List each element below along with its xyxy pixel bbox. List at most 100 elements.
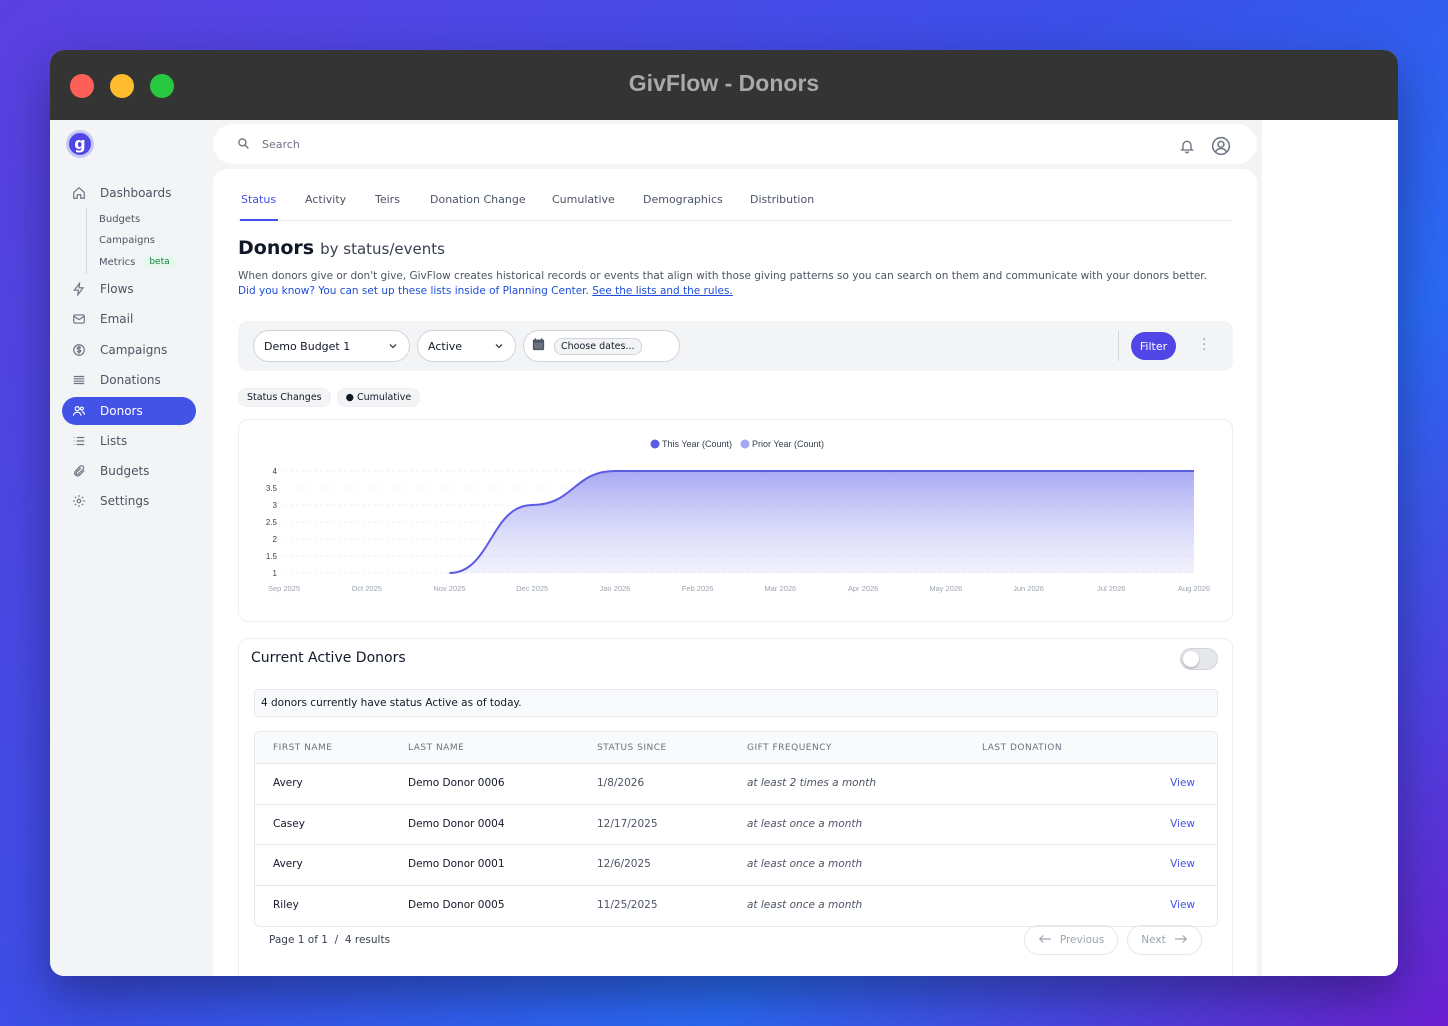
donor-status-chart: 1 1.5 2 2.5 3 3.5 4 Sep 2025 Oct 2025 Nov 2025 Dec… bbox=[266, 439, 1210, 593]
legend-marker bbox=[740, 439, 750, 449]
tab-activity[interactable]: Activity bbox=[305, 193, 346, 206]
sidebar-item-label: Donations bbox=[100, 373, 161, 387]
sidebar-item-label: Email bbox=[100, 312, 134, 326]
gift-frequency-cell: at least once a month bbox=[747, 898, 863, 911]
sidebar-item-flows[interactable]: Flows bbox=[62, 275, 196, 303]
gift-frequency-cell: at least once a month bbox=[747, 858, 863, 870]
legend-marker bbox=[650, 439, 660, 449]
tab-cumulative[interactable]: Cumulative bbox=[552, 193, 615, 206]
more-options-icon[interactable]: · · · bbox=[1202, 333, 1206, 357]
x-tick-label: Oct 2025 bbox=[352, 584, 382, 593]
list-lines-icon bbox=[72, 373, 86, 387]
page-heading: Donors by status/events bbox=[238, 237, 445, 259]
sidebar-item-dashboards[interactable]: Dashboards bbox=[62, 179, 196, 207]
last-name-cell: Demo Donor 0006 bbox=[408, 777, 505, 789]
tab-demographics[interactable]: Demographics bbox=[643, 193, 723, 206]
next-label: Next bbox=[1141, 934, 1166, 946]
tab-teirs[interactable]: Teirs bbox=[375, 193, 400, 206]
results-count: 4 results bbox=[344, 934, 391, 946]
y-tick-label: 1.5 bbox=[266, 552, 278, 561]
sidebar-item-budgets[interactable]: Budgets bbox=[62, 457, 196, 485]
budget-select[interactable]: Demo Budget 1 bbox=[253, 330, 410, 362]
paperclip-icon bbox=[72, 464, 86, 478]
status-notice: 4 donors currently have status Active as… bbox=[254, 689, 1218, 717]
column-header: GIFT FREQUENCY bbox=[747, 743, 832, 753]
subnav-item-metrics[interactable]: Metrics beta bbox=[99, 256, 176, 268]
top-bar: Search bbox=[213, 124, 1257, 164]
column-header: FIRST NAME bbox=[273, 743, 333, 753]
search-input[interactable]: Search bbox=[262, 138, 300, 151]
series-area-this-year bbox=[449, 471, 1194, 573]
page-info: Page 1 of 1 / 4 results bbox=[269, 934, 390, 946]
status-since-cell: 12/6/2025 bbox=[597, 858, 651, 870]
view-link[interactable]: View bbox=[1170, 858, 1195, 870]
dollar-icon bbox=[72, 343, 86, 357]
sidebar-item-label: Campaigns bbox=[100, 343, 168, 357]
sidebar-item-email[interactable]: Email bbox=[62, 305, 196, 333]
logo[interactable]: g bbox=[66, 130, 94, 158]
chip-cumulative[interactable]: ● Cumulative bbox=[336, 388, 421, 407]
x-tick-label: Jan 2026 bbox=[599, 584, 630, 593]
chip-status-changes[interactable]: Status Changes bbox=[238, 388, 331, 407]
page-separator: / bbox=[334, 934, 339, 946]
last-name-cell: Demo Donor 0004 bbox=[408, 817, 505, 830]
table-row: Casey Demo Donor 0004 12/17/2025 at leas… bbox=[255, 805, 1217, 845]
chip-label: Cumulative bbox=[356, 392, 412, 403]
column-header: STATUS SINCE bbox=[597, 743, 667, 753]
user-avatar-icon[interactable] bbox=[1211, 136, 1231, 160]
tip-text: Did you know? You can set up these lists… bbox=[238, 285, 733, 297]
x-tick-label: Nov 2025 bbox=[433, 584, 465, 593]
tab-donation-change[interactable]: Donation Change bbox=[430, 193, 526, 206]
view-link[interactable]: View bbox=[1170, 818, 1195, 830]
y-tick-label: 4 bbox=[273, 467, 278, 476]
sidebar-item-settings[interactable]: Settings bbox=[62, 487, 196, 515]
table-row: Avery Demo Donor 0006 1/8/2026 at least … bbox=[255, 764, 1217, 805]
tab-status[interactable]: Status bbox=[241, 193, 276, 206]
y-tick-label: 3.5 bbox=[266, 484, 278, 493]
x-tick-label: Apr 2026 bbox=[848, 584, 878, 593]
table-title: Current Active Donors bbox=[251, 650, 406, 666]
calendar-icon bbox=[531, 337, 546, 355]
status-since-cell: 1/8/2026 bbox=[597, 777, 645, 789]
rules-link[interactable]: See the lists and the rules. bbox=[592, 285, 733, 297]
view-link[interactable]: View bbox=[1170, 777, 1195, 789]
app-window: GivFlow - Donors g Dashboards Budgets Ca… bbox=[50, 50, 1398, 976]
beta-badge: beta bbox=[143, 256, 176, 268]
status-since-cell: 11/25/2025 bbox=[597, 898, 658, 911]
toggle-switch[interactable] bbox=[1180, 648, 1218, 670]
table-header: FIRST NAME LAST NAME STATUS SINCE GIFT F… bbox=[255, 732, 1217, 764]
sidebar-item-label: Lists bbox=[100, 434, 128, 448]
gift-frequency-cell: at least once a month bbox=[747, 817, 863, 830]
filter-button[interactable]: Filter bbox=[1131, 332, 1176, 360]
next-button[interactable]: Next bbox=[1127, 925, 1202, 955]
subnav-item-budgets[interactable]: Budgets bbox=[99, 214, 140, 225]
right-panel bbox=[1262, 120, 1398, 976]
bell-icon[interactable] bbox=[1179, 138, 1195, 158]
x-tick-label: Aug 2026 bbox=[1178, 584, 1210, 593]
status-select[interactable]: Active bbox=[417, 330, 516, 362]
legend-label: Prior Year (Count) bbox=[752, 439, 824, 449]
sidebar-item-lists[interactable]: Lists bbox=[62, 427, 196, 455]
app-body: g Dashboards Budgets Campaigns Metrics be… bbox=[50, 120, 1398, 976]
subnav-label: Campaigns bbox=[99, 235, 156, 246]
window-title: GivFlow - Donors bbox=[628, 70, 820, 96]
y-tick-label: 3 bbox=[273, 501, 278, 510]
date-range-input[interactable]: Choose dates... bbox=[554, 337, 642, 355]
users-icon bbox=[72, 404, 86, 418]
sidebar-item-campaigns[interactable]: Campaigns bbox=[62, 336, 196, 364]
previous-button[interactable]: Previous bbox=[1024, 925, 1118, 955]
tab-distribution[interactable]: Distribution bbox=[750, 193, 814, 206]
y-tick-label: 2 bbox=[273, 535, 278, 544]
previous-label: Previous bbox=[1059, 934, 1105, 946]
sidebar-item-label: Budgets bbox=[100, 464, 150, 478]
subnav-item-campaigns[interactable]: Campaigns bbox=[99, 235, 155, 246]
sidebar-item-label: Dashboards bbox=[100, 186, 172, 200]
view-link[interactable]: View bbox=[1170, 899, 1195, 911]
gift-frequency-cell: at least 2 times a month bbox=[747, 777, 877, 789]
first-name-cell: Riley bbox=[273, 898, 299, 911]
legend-label: This Year (Count) bbox=[662, 439, 732, 449]
date-range-picker[interactable]: Choose dates... bbox=[523, 330, 680, 362]
donors-table: FIRST NAME LAST NAME STATUS SINCE GIFT F… bbox=[254, 731, 1218, 927]
sidebar-item-donations[interactable]: Donations bbox=[62, 366, 196, 394]
sidebar-item-donors[interactable]: Donors bbox=[62, 397, 196, 425]
